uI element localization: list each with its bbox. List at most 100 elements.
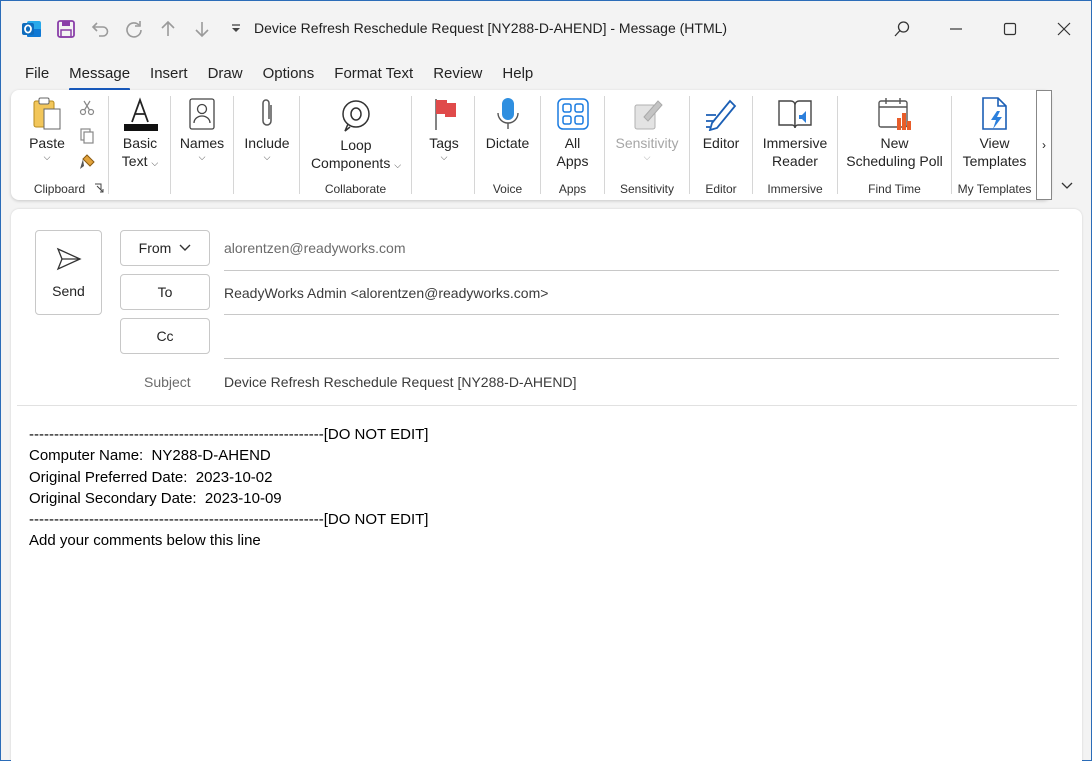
- sensitivity-button[interactable]: Sensitivity ⌵: [609, 96, 685, 162]
- microphone-icon: [490, 96, 526, 132]
- message-body[interactable]: ----------------------------------------…: [29, 424, 428, 552]
- all-apps-button[interactable]: All Apps: [547, 96, 598, 170]
- include-button[interactable]: Include ⌵: [240, 96, 294, 162]
- ribbon-scroll-right[interactable]: ›: [1036, 90, 1052, 200]
- include-label: Include: [244, 135, 290, 151]
- ribbon-separator: [411, 96, 412, 194]
- header-divider: [17, 405, 1077, 406]
- names-button[interactable]: Names ⌵: [177, 96, 227, 162]
- tags-button[interactable]: Tags ⌵: [419, 96, 469, 162]
- ribbon-separator: [170, 96, 171, 194]
- dictate-label: Dictate: [485, 135, 530, 151]
- cc-button[interactable]: Cc: [120, 318, 210, 354]
- to-button[interactable]: To: [120, 274, 210, 310]
- view-templates-label-1: View: [979, 135, 1010, 151]
- send-button[interactable]: Send: [35, 230, 102, 315]
- sensitivity-group: Sensitivity ⌵ Sensitivity: [605, 90, 689, 200]
- tab-message[interactable]: Message: [59, 61, 140, 91]
- send-label: Send: [52, 282, 85, 299]
- sensitivity-label: Sensitivity: [615, 135, 679, 151]
- dictate-button[interactable]: Dictate: [479, 96, 536, 152]
- new-scheduling-poll-button[interactable]: New Scheduling Poll: [842, 96, 947, 170]
- redo-icon[interactable]: [117, 12, 151, 46]
- body-line: Add your comments below this line: [29, 532, 261, 550]
- view-templates-button[interactable]: View Templates: [956, 96, 1033, 170]
- loop-components-button[interactable]: Loop Components ⌵: [308, 98, 404, 172]
- find-time-group-label: Find Time: [868, 182, 921, 196]
- dialog-launcher-icon[interactable]: [93, 182, 105, 194]
- collaborate-group: Loop Components ⌵ Collaborate: [300, 90, 411, 200]
- search-icon[interactable]: [875, 1, 929, 57]
- immersive-group-label: Immersive: [767, 182, 823, 196]
- paste-button[interactable]: Paste ⌵: [25, 96, 69, 162]
- tab-draw[interactable]: Draw: [198, 61, 253, 89]
- editor-pen-icon: [703, 96, 739, 132]
- minimize-icon[interactable]: [929, 1, 983, 57]
- send-icon: [56, 247, 82, 270]
- down-arrow-icon[interactable]: [185, 12, 219, 46]
- menu-tabs: File Message Insert Draw Options Format …: [15, 61, 543, 91]
- to-field[interactable]: ReadyWorks Admin <alorentzen@readyworks.…: [224, 285, 548, 301]
- save-icon[interactable]: [49, 12, 83, 46]
- all-apps-label-1: All: [564, 135, 581, 151]
- body-line: ----------------------------------------…: [29, 426, 429, 443]
- subject-field[interactable]: Device Refresh Reschedule Request [NY288…: [224, 374, 576, 390]
- ribbon-expand-button[interactable]: [1058, 177, 1076, 195]
- basic-text-label-2: Text ⌵: [121, 153, 159, 169]
- flag-icon: [426, 96, 462, 132]
- up-arrow-icon[interactable]: [151, 12, 185, 46]
- copy-icon[interactable]: [77, 126, 97, 146]
- basic-text-label-1: Basic: [122, 135, 158, 151]
- ribbon-separator: [233, 96, 234, 194]
- body-line: Original Secondary Date: 2023-10-09: [29, 489, 282, 507]
- apps-group: All Apps Apps: [541, 90, 604, 200]
- templates-icon: [977, 96, 1013, 132]
- view-templates-label-2: Templates: [962, 153, 1027, 169]
- tab-help[interactable]: Help: [492, 61, 543, 89]
- window-controls: [875, 1, 1091, 57]
- cut-icon[interactable]: [77, 98, 97, 118]
- tab-format-text[interactable]: Format Text: [324, 61, 423, 89]
- from-button[interactable]: From: [120, 230, 210, 266]
- tab-insert[interactable]: Insert: [140, 61, 198, 89]
- scheduling-poll-icon: [877, 96, 913, 132]
- outlook-icon[interactable]: [15, 12, 49, 46]
- undo-icon[interactable]: [83, 12, 117, 46]
- body-line: ----------------------------------------…: [29, 511, 429, 529]
- voice-group-label: Voice: [492, 182, 523, 196]
- sensitivity-icon: [629, 96, 665, 132]
- ribbon-separator: [108, 96, 109, 194]
- chevron-down-icon: ⌵: [643, 152, 651, 162]
- from-divider: [224, 270, 1059, 271]
- paste-icon: [29, 96, 65, 132]
- chevron-down-icon: [1061, 182, 1073, 189]
- format-painter-icon[interactable]: [77, 152, 97, 172]
- tab-file[interactable]: File: [15, 61, 59, 89]
- ribbon: Paste ⌵ Clipboard Basic Text ⌵ Names ⌵ I…: [11, 90, 1051, 200]
- to-divider: [224, 314, 1059, 315]
- editor-button[interactable]: Editor: [694, 96, 748, 152]
- apps-grid-icon: [555, 96, 591, 132]
- paste-label: Paste: [29, 135, 65, 151]
- immersive-reader-button[interactable]: Immersive Reader: [757, 96, 833, 170]
- cc-label: Cc: [156, 328, 174, 344]
- customize-icon[interactable]: [219, 12, 253, 46]
- my-templates-group-label: My Templates: [957, 182, 1032, 196]
- address-book-icon: [184, 96, 220, 132]
- clipboard-group: Paste ⌵ Clipboard: [11, 90, 108, 200]
- subject-label: Subject: [144, 374, 191, 390]
- maximize-icon[interactable]: [983, 1, 1037, 57]
- to-label: To: [157, 284, 173, 300]
- new-poll-label-2: Scheduling Poll: [846, 153, 943, 169]
- from-label: From: [138, 240, 172, 256]
- tab-options[interactable]: Options: [253, 61, 325, 89]
- editor-group: Editor Editor: [690, 90, 752, 200]
- cc-field[interactable]: [224, 329, 1059, 349]
- tab-review[interactable]: Review: [423, 61, 492, 89]
- close-icon[interactable]: [1037, 1, 1091, 57]
- loop-icon: [338, 98, 374, 134]
- chevron-down-icon: ⌵: [43, 152, 51, 162]
- title-bar: Device Refresh Reschedule Request [NY288…: [1, 1, 1091, 57]
- basic-text-button[interactable]: Basic Text ⌵: [115, 96, 165, 170]
- immersive-group: Immersive Reader Immersive: [753, 90, 837, 200]
